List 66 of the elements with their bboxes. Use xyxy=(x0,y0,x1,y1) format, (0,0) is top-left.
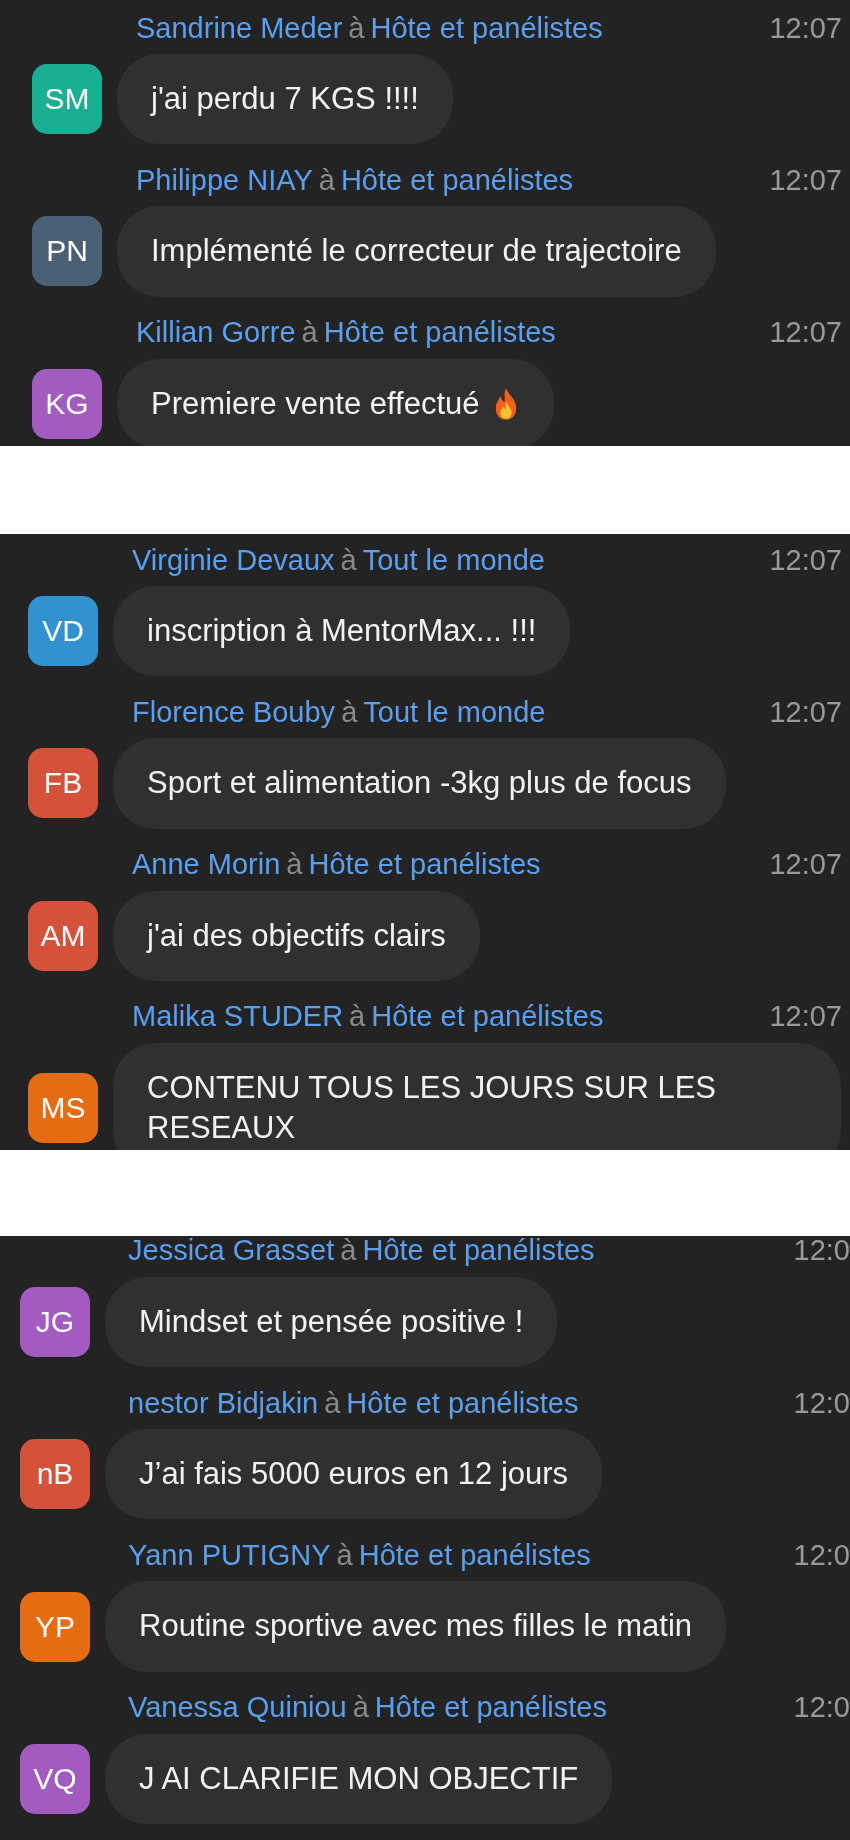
avatar: AM xyxy=(28,900,98,971)
message-time: 12:0 xyxy=(793,1386,850,1420)
sender-name[interactable]: Philippe NIAY xyxy=(136,163,313,196)
avatar: VQ xyxy=(20,1743,90,1814)
connector-text: à xyxy=(318,163,335,196)
message-time: 12:0 xyxy=(793,1538,850,1572)
message-bubble: Mindset et pensée positive ! xyxy=(105,1276,558,1368)
recipient-name: Hôte et panélistes xyxy=(362,1236,595,1267)
recipient-name: Hôte et panélistes xyxy=(358,1538,591,1571)
avatar: PN xyxy=(32,216,102,287)
message-time: 12:0 xyxy=(793,1236,850,1268)
recipient-name: Tout le monde xyxy=(362,543,545,576)
recipient-name: Hôte et panélistes xyxy=(308,848,541,881)
connector-text: à xyxy=(324,1386,341,1419)
avatar: VD xyxy=(28,596,98,667)
message-bubble: Routine sportive avec mes filles le matin xyxy=(105,1581,727,1672)
message-time: 12:07 xyxy=(769,543,842,577)
recipient-name: Tout le monde xyxy=(363,695,546,728)
avatar: YP xyxy=(20,1591,90,1662)
message-time: 12:07 xyxy=(769,316,842,350)
connector-text: à xyxy=(340,1236,357,1267)
message-bubble: Implémenté le correcteur de trajectoire xyxy=(117,206,716,297)
avatar: SM xyxy=(32,64,102,135)
message-bubble: j'ai perdu 7 KGS !!!! xyxy=(117,54,453,145)
sender-name[interactable]: Killian Gorre xyxy=(136,316,296,349)
message-bubble: J’ai fais 5000 euros en 12 jours xyxy=(105,1429,603,1520)
recipient-name: Hôte et panélistes xyxy=(374,1691,607,1724)
connector-text: à xyxy=(301,316,318,349)
message-time: 12:07 xyxy=(769,163,842,197)
recipient-name: Hôte et panélistes xyxy=(346,1386,579,1419)
connector-text: à xyxy=(349,1000,366,1033)
message-time: 12:07 xyxy=(769,11,842,45)
sender-name[interactable]: Anne Morin xyxy=(132,848,281,881)
recipient-name: Hôte et panélistes xyxy=(371,1000,604,1033)
sender-name[interactable]: Sandrine Meder xyxy=(136,11,343,44)
connector-text: à xyxy=(348,11,365,44)
message-time: 12:07 xyxy=(769,848,842,882)
connector-text: à xyxy=(336,1538,353,1571)
message-bubble: CONTENU TOUS LES JOURS SUR LES RESEAUX xyxy=(113,1042,841,1150)
connector-text: à xyxy=(341,695,358,728)
message-bubble: j'ai des objectifs clairs xyxy=(113,890,480,981)
sender-name[interactable]: Malika STUDER xyxy=(132,1000,344,1033)
recipient-name: Hôte et panélistes xyxy=(340,163,574,196)
recipient-name: Hôte et panélistes xyxy=(370,11,603,44)
avatar: MS xyxy=(28,1073,98,1144)
message-bubble: inscription à MentorMax... !!! xyxy=(113,586,571,677)
sender-name[interactable]: Yann PUTIGNY xyxy=(128,1538,331,1571)
message-time: 12:0 xyxy=(793,1691,850,1725)
message-time: 12:07 xyxy=(769,1000,842,1034)
recipient-name: Hôte et panélistes xyxy=(323,316,556,349)
sender-name[interactable]: Florence Bouby xyxy=(132,695,336,728)
sender-name[interactable]: Jessica Grasset xyxy=(128,1236,335,1267)
sender-name[interactable]: Virginie Devaux xyxy=(132,543,335,576)
message-bubble: J AI CLARIFIE MON OBJECTIF xyxy=(105,1733,613,1824)
connector-text: à xyxy=(286,848,303,881)
sender-name[interactable]: Vanessa Quiniou xyxy=(128,1691,347,1724)
message-bubble: Premiere vente effectué xyxy=(117,358,554,446)
connector-text: à xyxy=(340,543,357,576)
sender-name[interactable]: nestor Bidjakin xyxy=(128,1386,319,1419)
avatar: KG xyxy=(32,368,102,439)
message-bubble: Sport et alimentation -3kg plus de focus xyxy=(113,738,726,829)
avatar: JG xyxy=(20,1286,90,1357)
message-time: 12:07 xyxy=(769,695,842,729)
avatar: nB xyxy=(20,1439,90,1510)
connector-text: à xyxy=(352,1691,369,1724)
avatar: FB xyxy=(28,748,98,819)
